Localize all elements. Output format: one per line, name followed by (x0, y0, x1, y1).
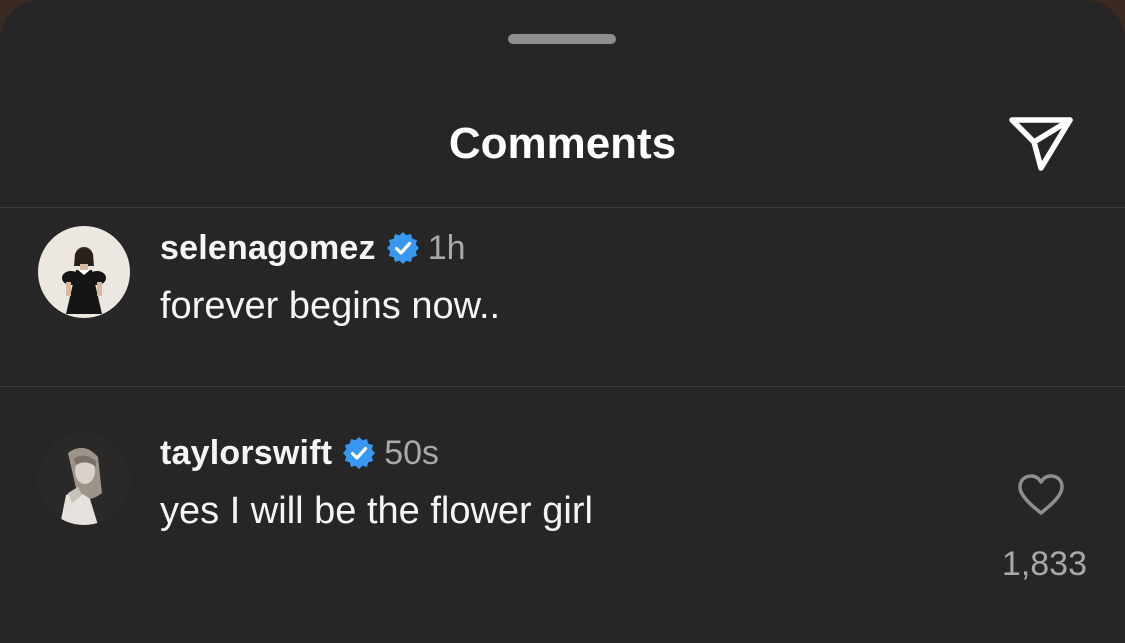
drag-handle[interactable] (508, 34, 616, 44)
comment-item: taylorswift 50s yes I will be the flower… (0, 387, 1125, 643)
like-button[interactable] (1016, 473, 1066, 517)
avatar-image (38, 226, 130, 318)
comments-sheet: Comments selenagomez 1h forever begins n… (0, 0, 1125, 643)
verified-badge-icon (386, 232, 419, 264)
comment-text: yes I will be the flower girl (160, 490, 593, 532)
avatar[interactable] (38, 226, 130, 318)
avatar[interactable] (38, 433, 130, 525)
share-button[interactable] (1004, 108, 1078, 174)
comment-header: taylorswift 50s (160, 431, 439, 475)
avatar-image (38, 433, 130, 525)
comment-time: 1h (427, 228, 466, 267)
heart-outline-icon (1018, 474, 1064, 515)
paper-plane-icon (1009, 117, 1073, 171)
comment-text: forever begins now.. (160, 285, 501, 327)
comment-username[interactable]: taylorswift (160, 434, 332, 473)
comment-time: 50s (384, 433, 440, 472)
comment-header: selenagomez 1h (160, 226, 466, 270)
like-count: 1,833 (1001, 545, 1087, 583)
sheet-title: Comments (448, 119, 677, 168)
comment-username[interactable]: selenagomez (160, 229, 376, 268)
comment-item: selenagomez 1h forever begins now.. (0, 208, 1125, 386)
verified-badge-icon (343, 437, 376, 469)
